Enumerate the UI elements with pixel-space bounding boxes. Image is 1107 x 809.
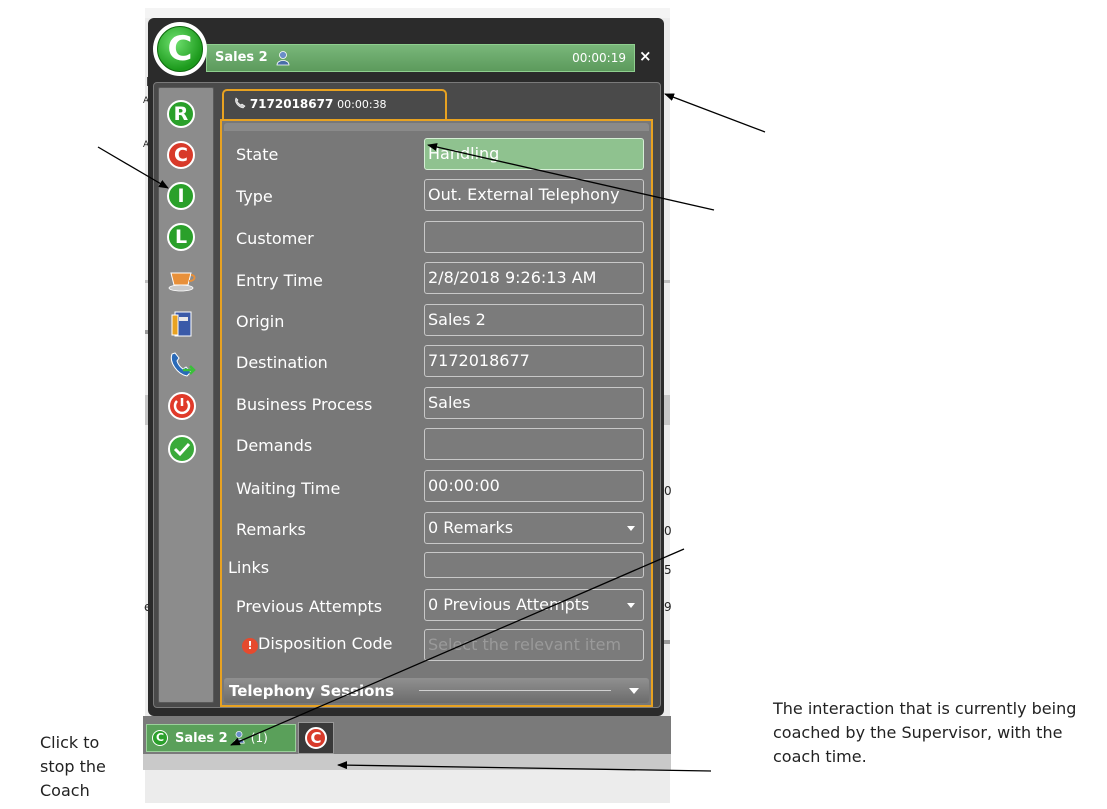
annotation-arrows [97, 93, 766, 772]
arrow-toolbar [97, 146, 169, 189]
arrow-panel-border [664, 93, 766, 133]
arrow-coached-item [337, 761, 712, 772]
arrow-stop-coach [230, 548, 685, 746]
arrow-state-field [427, 143, 715, 211]
